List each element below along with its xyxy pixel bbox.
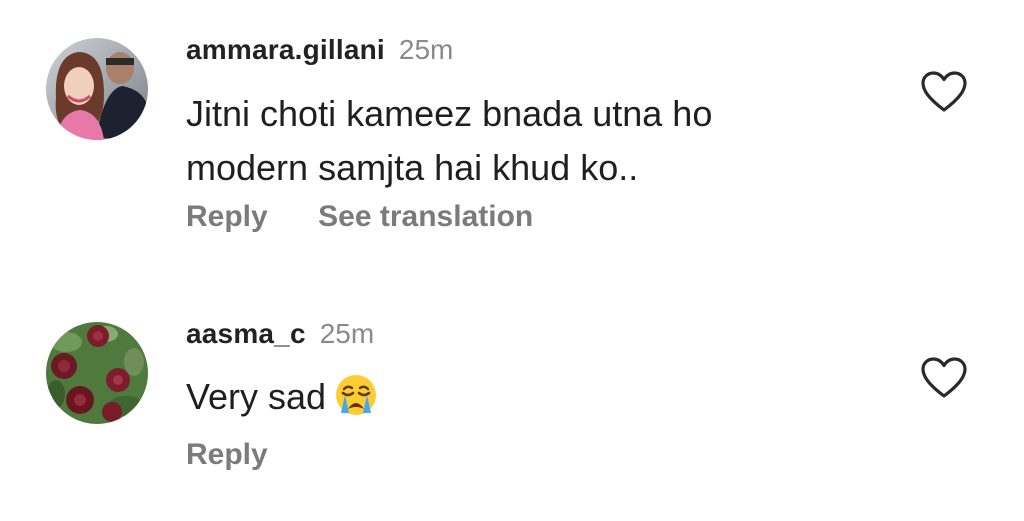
comment-header: aasma_c 25m bbox=[186, 318, 374, 350]
heart-outline-icon[interactable] bbox=[920, 70, 968, 114]
heart-outline-icon[interactable] bbox=[920, 356, 968, 400]
comment-item: aasma_c 25m Very sad Reply bbox=[0, 290, 1024, 521]
comment-actions: Reply See translation bbox=[186, 200, 579, 234]
username[interactable]: ammara.gillani bbox=[186, 34, 385, 65]
comment-text: Jitni choti kameez bnada utna ho modern … bbox=[186, 87, 866, 195]
comment-text-line: modern samjta hai khud ko.. bbox=[186, 147, 639, 188]
avatar[interactable] bbox=[46, 38, 148, 140]
comment-actions: Reply bbox=[186, 438, 314, 472]
timestamp: 25m bbox=[319, 318, 375, 349]
reply-button[interactable]: Reply bbox=[186, 200, 268, 234]
timestamp: 25m bbox=[398, 34, 454, 65]
avatar-photo bbox=[46, 38, 148, 140]
avatar[interactable] bbox=[46, 322, 148, 424]
comment-text-line: Very sad bbox=[186, 376, 327, 417]
reply-button[interactable]: Reply bbox=[186, 438, 268, 472]
comment-header: ammara.gillani 25m bbox=[186, 34, 453, 66]
comment-text: Very sad bbox=[186, 370, 866, 424]
see-translation-button[interactable]: See translation bbox=[318, 200, 533, 234]
comment-item: ammara.gillani 25m Jitni choti kameez bna… bbox=[0, 0, 1024, 260]
comment-text-line: Jitni choti kameez bnada utna ho bbox=[186, 93, 713, 134]
username[interactable]: aasma_c bbox=[186, 318, 306, 349]
crying-face-emoji-icon bbox=[334, 373, 378, 417]
avatar-photo bbox=[46, 322, 148, 424]
